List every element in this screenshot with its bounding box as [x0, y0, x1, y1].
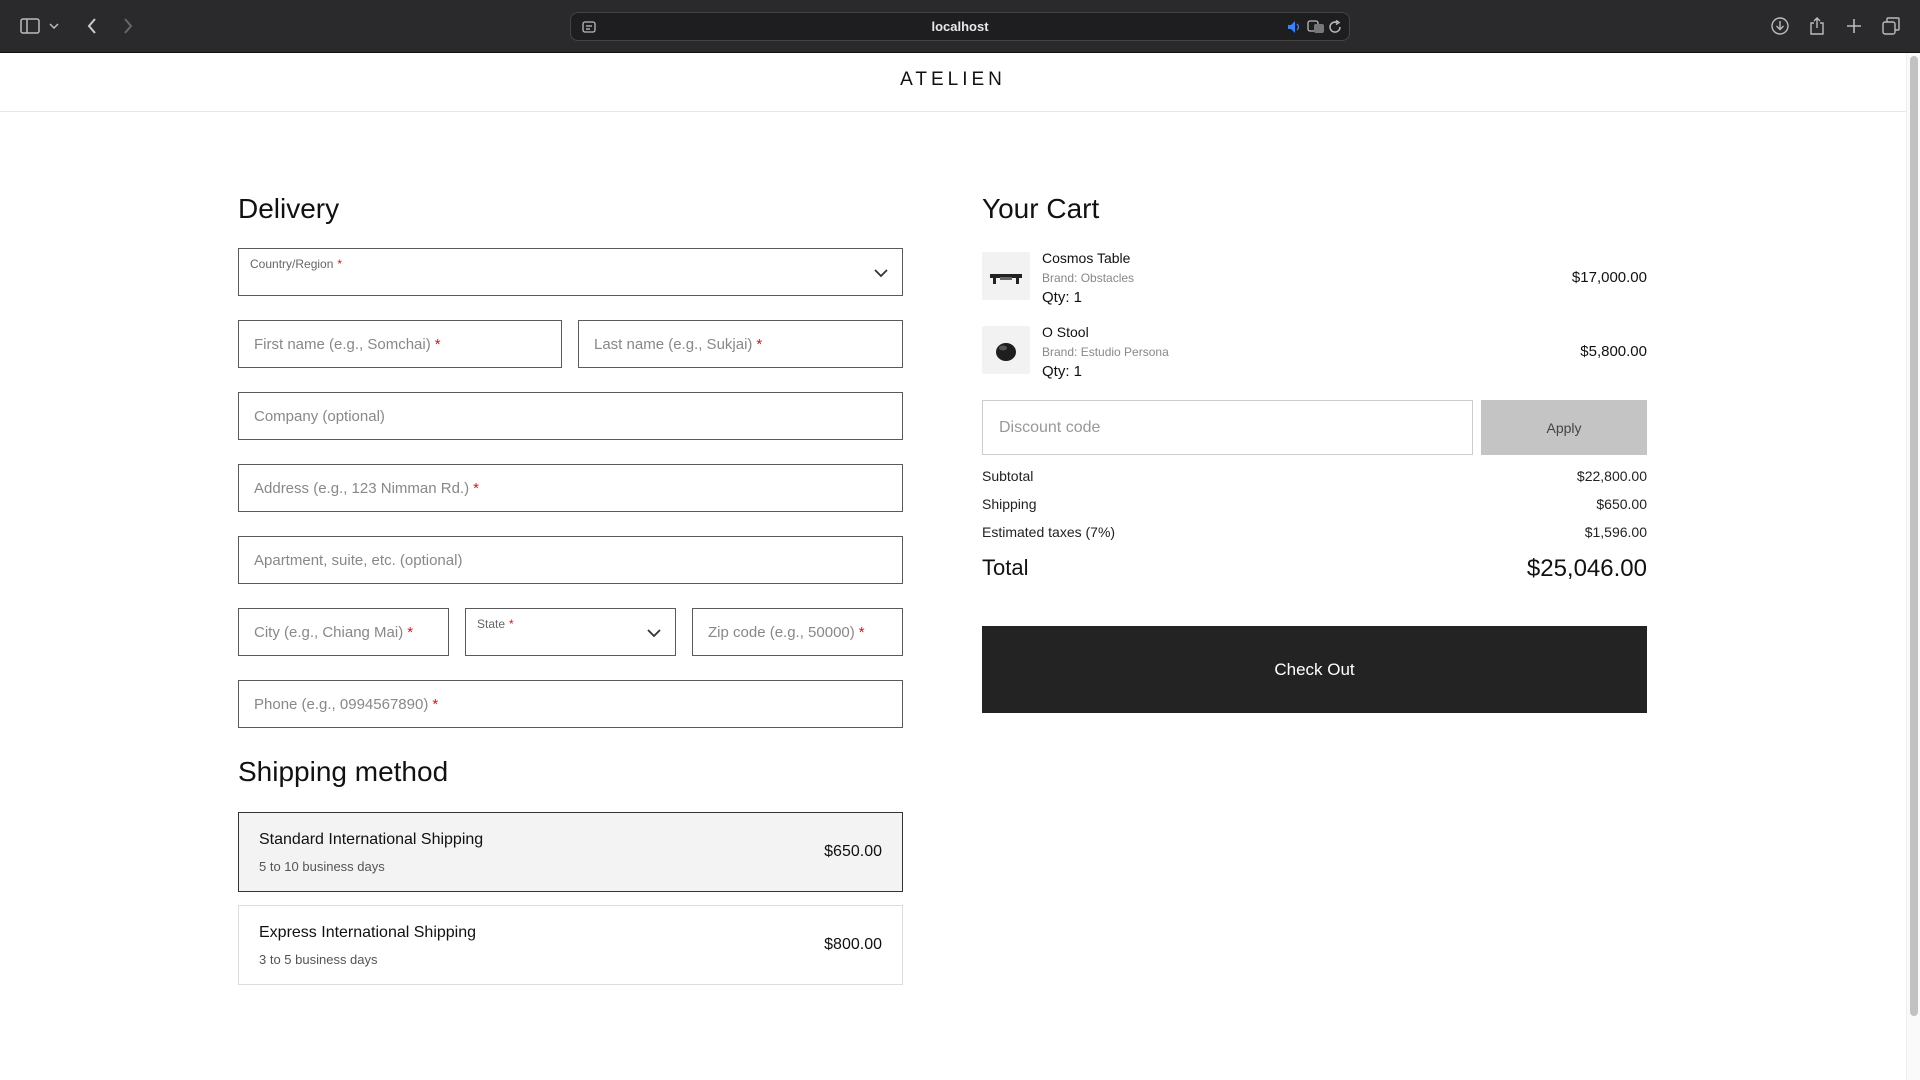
shipping-value: $650.00: [1596, 496, 1647, 512]
first-name-field[interactable]: First name (e.g., Somchai) *: [238, 320, 562, 368]
cart-item-qty: Qty: 1: [1042, 363, 1083, 380]
cart-item: O Stool Brand: Estudio Persona Qty: 1 $5…: [982, 324, 1647, 384]
total-value: $25,046.00: [1526, 555, 1647, 582]
cart-item-price: $5,800.00: [1580, 343, 1647, 360]
shipping-option-name: Standard International Shipping: [259, 831, 484, 848]
url-text[interactable]: localhost: [571, 19, 1349, 34]
state-select[interactable]: State *: [465, 608, 676, 656]
cart-title: Your Cart: [982, 193, 1100, 224]
tab-overview-icon[interactable]: [1879, 14, 1903, 38]
cart-item-brand: Brand: Estudio Persona: [1042, 345, 1169, 359]
taxes-value: $1,596.00: [1584, 524, 1647, 540]
chevron-down-icon[interactable]: [47, 14, 61, 38]
cart-item: Cosmos Table Brand: Obstacles Qty: 1 $17…: [982, 250, 1647, 310]
company-field[interactable]: Company (optional): [238, 392, 903, 440]
shipping-option-standard[interactable]: Standard International Shipping 5 to 10 …: [238, 812, 903, 892]
table-thumbnail-icon: [982, 252, 1030, 300]
last-name-field[interactable]: Last name (e.g., Sukjai) *: [578, 320, 903, 368]
subtotal-row: Subtotal $22,800.00: [982, 468, 1647, 484]
country-region-label: Country/Region *: [250, 257, 343, 271]
shipping-row: Shipping $650.00: [982, 496, 1647, 512]
shipping-option-price: $800.00: [824, 936, 882, 953]
checkout-button[interactable]: Check Out: [982, 626, 1647, 713]
chevron-down-icon: [647, 625, 661, 643]
country-region-select[interactable]: Country/Region *: [238, 248, 903, 296]
total-label: Total: [982, 555, 1029, 580]
total-row: Total $25,046.00: [982, 555, 1647, 582]
zip-code-field[interactable]: Zip code (e.g., 50000) *: [692, 608, 903, 656]
chevron-down-icon: [874, 265, 888, 283]
shipping-method-title: Shipping method: [238, 756, 449, 787]
reload-icon[interactable]: [1323, 15, 1347, 39]
site-header: ATELIEN: [0, 53, 1906, 112]
new-tab-icon[interactable]: [1842, 14, 1866, 38]
back-icon[interactable]: [80, 14, 104, 38]
discount-code-input[interactable]: Discount code: [982, 400, 1473, 455]
cart-item-name[interactable]: O Stool: [1042, 324, 1089, 340]
cart-item-price: $17,000.00: [1571, 269, 1647, 286]
browser-toolbar: localhost: [0, 0, 1920, 53]
site-logo[interactable]: ATELIEN: [0, 69, 1906, 91]
cart-item-name[interactable]: Cosmos Table: [1042, 250, 1130, 266]
address-bar[interactable]: localhost: [570, 12, 1350, 41]
apply-discount-button[interactable]: Apply: [1481, 400, 1647, 455]
state-label: State *: [477, 617, 514, 631]
taxes-label: Estimated taxes (7%): [982, 524, 1116, 540]
cart-item-brand: Brand: Obstacles: [1042, 271, 1135, 285]
download-icon[interactable]: [1768, 14, 1792, 38]
page-scrollbar[interactable]: [1906, 53, 1920, 1080]
shipping-option-price: $650.00: [824, 843, 882, 860]
city-field[interactable]: City (e.g., Chiang Mai) *: [238, 608, 449, 656]
phone-field[interactable]: Phone (e.g., 0994567890) *: [238, 680, 903, 728]
shipping-option-eta: 5 to 10 business days: [259, 859, 385, 874]
taxes-row: Estimated taxes (7%) $1,596.00: [982, 524, 1647, 540]
cart-item-qty: Qty: 1: [1042, 289, 1083, 306]
address-field[interactable]: Address (e.g., 123 Nimman Rd.) *: [238, 464, 903, 512]
stool-thumbnail-icon: [982, 326, 1030, 374]
apartment-field[interactable]: Apartment, suite, etc. (optional): [238, 536, 903, 584]
forward-icon[interactable]: [116, 14, 140, 38]
shipping-option-name: Express International Shipping: [259, 924, 477, 941]
subtotal-label: Subtotal: [982, 468, 1034, 484]
shipping-option-eta: 3 to 5 business days: [259, 952, 378, 967]
shipping-label: Shipping: [982, 496, 1037, 512]
sidebar-toggle-icon[interactable]: [18, 14, 42, 38]
shipping-option-express[interactable]: Express International Shipping 3 to 5 bu…: [238, 905, 903, 985]
delivery-title: Delivery: [238, 193, 340, 224]
subtotal-value: $22,800.00: [1576, 468, 1647, 484]
scrollbar-thumb[interactable]: [1910, 56, 1918, 1016]
share-icon[interactable]: [1805, 14, 1829, 38]
